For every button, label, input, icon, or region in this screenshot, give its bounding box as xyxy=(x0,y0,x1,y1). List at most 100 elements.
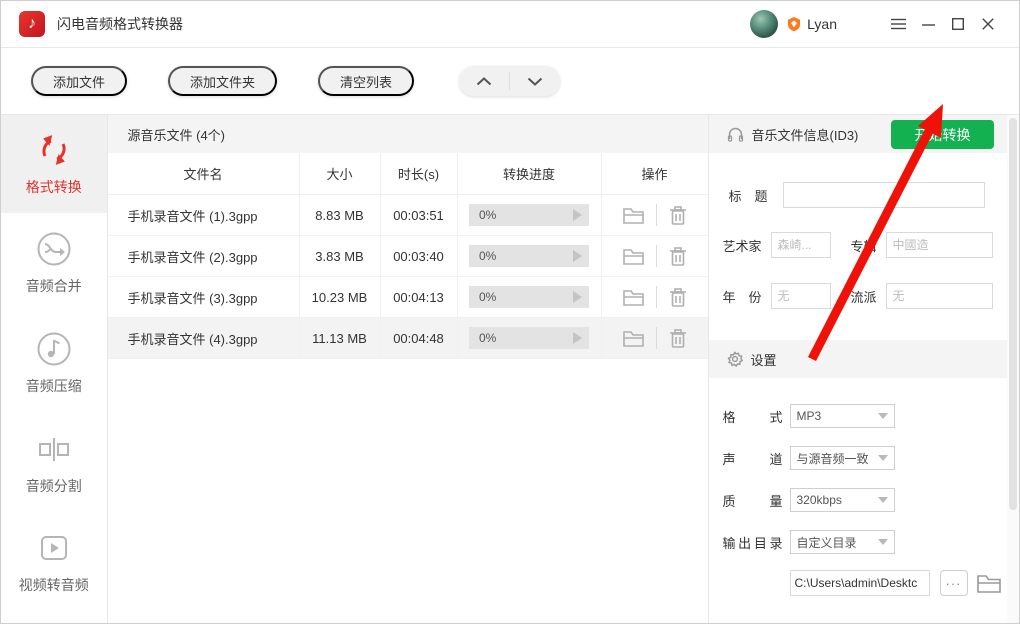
folder-icon xyxy=(622,328,645,348)
trash-icon xyxy=(668,246,688,267)
maximize-button[interactable] xyxy=(943,9,973,39)
format-convert-icon xyxy=(36,132,72,168)
play-icon[interactable] xyxy=(573,291,582,303)
title-input[interactable] xyxy=(783,182,985,208)
open-folder-button[interactable] xyxy=(622,328,645,348)
delete-button[interactable] xyxy=(668,246,688,267)
app-title: 闪电音频格式转换器 xyxy=(57,14,183,34)
id3-section-title: 音乐文件信息(ID3) xyxy=(752,125,859,144)
progress-bar: 0% xyxy=(469,286,589,308)
artist-label: 艺术家 xyxy=(723,236,762,255)
output-dir-label: 输出目录 xyxy=(723,533,783,552)
browse-button[interactable]: ··· xyxy=(940,570,968,596)
progress-bar: 0% xyxy=(469,327,589,349)
clear-list-button[interactable]: 清空列表 xyxy=(318,66,414,96)
video-to-audio-icon xyxy=(36,532,72,566)
right-panel: 音乐文件信息(ID3) 标 题 艺术家 专辑 年 份 流派 xyxy=(708,115,1008,624)
chevron-down-icon xyxy=(878,497,888,503)
open-output-folder-button[interactable] xyxy=(976,572,1002,594)
progress-bar: 0% xyxy=(469,204,589,226)
format-label: 格 式 xyxy=(723,407,783,426)
genre-input[interactable] xyxy=(886,283,993,309)
app-logo-icon: ♪ xyxy=(19,11,45,37)
sidebar-item-format-convert[interactable]: 格式转换 xyxy=(1,115,107,213)
column-size: 大小 xyxy=(300,153,381,194)
play-icon[interactable] xyxy=(573,332,582,344)
delete-button[interactable] xyxy=(668,328,688,349)
progress-value: 0% xyxy=(469,249,573,263)
play-icon[interactable] xyxy=(573,250,582,262)
column-filename: 文件名 xyxy=(108,153,300,194)
chevron-up-icon xyxy=(476,77,492,86)
channel-select[interactable]: 与源音频一致 xyxy=(790,446,895,470)
chevron-down-icon xyxy=(878,539,888,545)
user-avatar[interactable] xyxy=(750,10,778,38)
gear-icon xyxy=(727,351,743,367)
app-window: ♪ 闪电音频格式转换器 Lyan xyxy=(0,0,1020,624)
album-input[interactable] xyxy=(886,232,993,258)
audio-compress-icon xyxy=(36,331,72,367)
file-duration: 00:03:40 xyxy=(381,236,458,276)
sidebar-item-label: 音频分割 xyxy=(26,476,82,496)
progress-value: 0% xyxy=(469,331,573,345)
sidebar-item-video-to-audio[interactable]: 视频转音频 xyxy=(1,513,107,613)
scrollbar-thumb[interactable] xyxy=(1009,118,1017,510)
channel-value: 与源音频一致 xyxy=(797,450,869,467)
minimize-button[interactable] xyxy=(913,9,943,39)
sidebar-item-label: 音频合并 xyxy=(26,276,82,296)
genre-label: 流派 xyxy=(851,287,877,306)
file-list-title: 源音乐文件 (4个) xyxy=(108,115,708,153)
sidebar-item-audio-compress[interactable]: 音频压缩 xyxy=(1,313,107,413)
menu-icon[interactable] xyxy=(883,9,913,39)
progress-bar: 0% xyxy=(469,245,589,267)
add-folder-button[interactable]: 添加文件夹 xyxy=(168,66,277,96)
add-files-button[interactable]: 添加文件 xyxy=(31,66,127,96)
artist-input[interactable] xyxy=(771,232,831,258)
scrollbar-track[interactable] xyxy=(1007,115,1019,624)
trash-icon xyxy=(668,287,688,308)
file-list-panel: 源音乐文件 (4个) 文件名 大小 时长(s) 转换进度 操作 手机录音文件 (… xyxy=(108,115,708,624)
folder-icon xyxy=(622,246,645,266)
headphones-icon xyxy=(727,126,744,142)
column-operation: 操作 xyxy=(602,153,708,194)
table-header: 文件名 大小 时长(s) 转换进度 操作 xyxy=(108,153,708,195)
move-up-button[interactable] xyxy=(459,66,509,96)
open-folder-button[interactable] xyxy=(622,287,645,307)
year-input[interactable] xyxy=(771,283,831,309)
file-size: 11.13 MB xyxy=(300,318,381,358)
file-size: 8.83 MB xyxy=(300,195,381,235)
open-folder-button[interactable] xyxy=(622,205,645,225)
close-button[interactable] xyxy=(973,9,1003,39)
sidebar-item-audio-split[interactable]: 音频分割 xyxy=(1,413,107,513)
quality-label: 质 量 xyxy=(723,491,783,510)
sidebar-item-audio-merge[interactable]: 音频合并 xyxy=(1,213,107,313)
column-duration: 时长(s) xyxy=(381,153,458,194)
table-row[interactable]: 手机录音文件 (4).3gpp 11.13 MB 00:04:48 0% xyxy=(108,318,708,359)
channel-label: 声 道 xyxy=(723,449,783,468)
play-icon[interactable] xyxy=(573,209,582,221)
move-down-button[interactable] xyxy=(510,66,560,96)
output-path-input[interactable] xyxy=(790,570,930,596)
sidebar-item-label: 音频压缩 xyxy=(26,376,82,396)
toolbar: 添加文件 添加文件夹 清空列表 开始转换 xyxy=(1,48,1019,115)
delete-button[interactable] xyxy=(668,205,688,226)
sidebar: 格式转换 音频合并 音频压缩 xyxy=(1,115,108,624)
quality-select[interactable]: 320kbps xyxy=(790,488,895,512)
progress-value: 0% xyxy=(469,208,573,222)
file-size: 10.23 MB xyxy=(300,277,381,317)
delete-button[interactable] xyxy=(668,287,688,308)
table-row[interactable]: 手机录音文件 (2).3gpp 3.83 MB 00:03:40 0% xyxy=(108,236,708,277)
folder-icon xyxy=(622,287,645,307)
folder-icon xyxy=(622,205,645,225)
table-row[interactable]: 手机录音文件 (3).3gpp 10.23 MB 00:04:13 0% xyxy=(108,277,708,318)
vip-badge-icon xyxy=(786,16,802,32)
file-name: 手机录音文件 (2).3gpp xyxy=(108,236,300,276)
user-name[interactable]: Lyan xyxy=(807,16,837,32)
file-name: 手机录音文件 (1).3gpp xyxy=(108,195,300,235)
output-dir-select[interactable]: 自定义目录 xyxy=(790,530,895,554)
settings-section-header: 设置 xyxy=(709,340,1008,378)
open-folder-button[interactable] xyxy=(622,246,645,266)
start-convert-button[interactable]: 开始转换 xyxy=(891,120,994,149)
format-select[interactable]: MP3 xyxy=(790,404,895,428)
table-row[interactable]: 手机录音文件 (1).3gpp 8.83 MB 00:03:51 0% xyxy=(108,195,708,236)
